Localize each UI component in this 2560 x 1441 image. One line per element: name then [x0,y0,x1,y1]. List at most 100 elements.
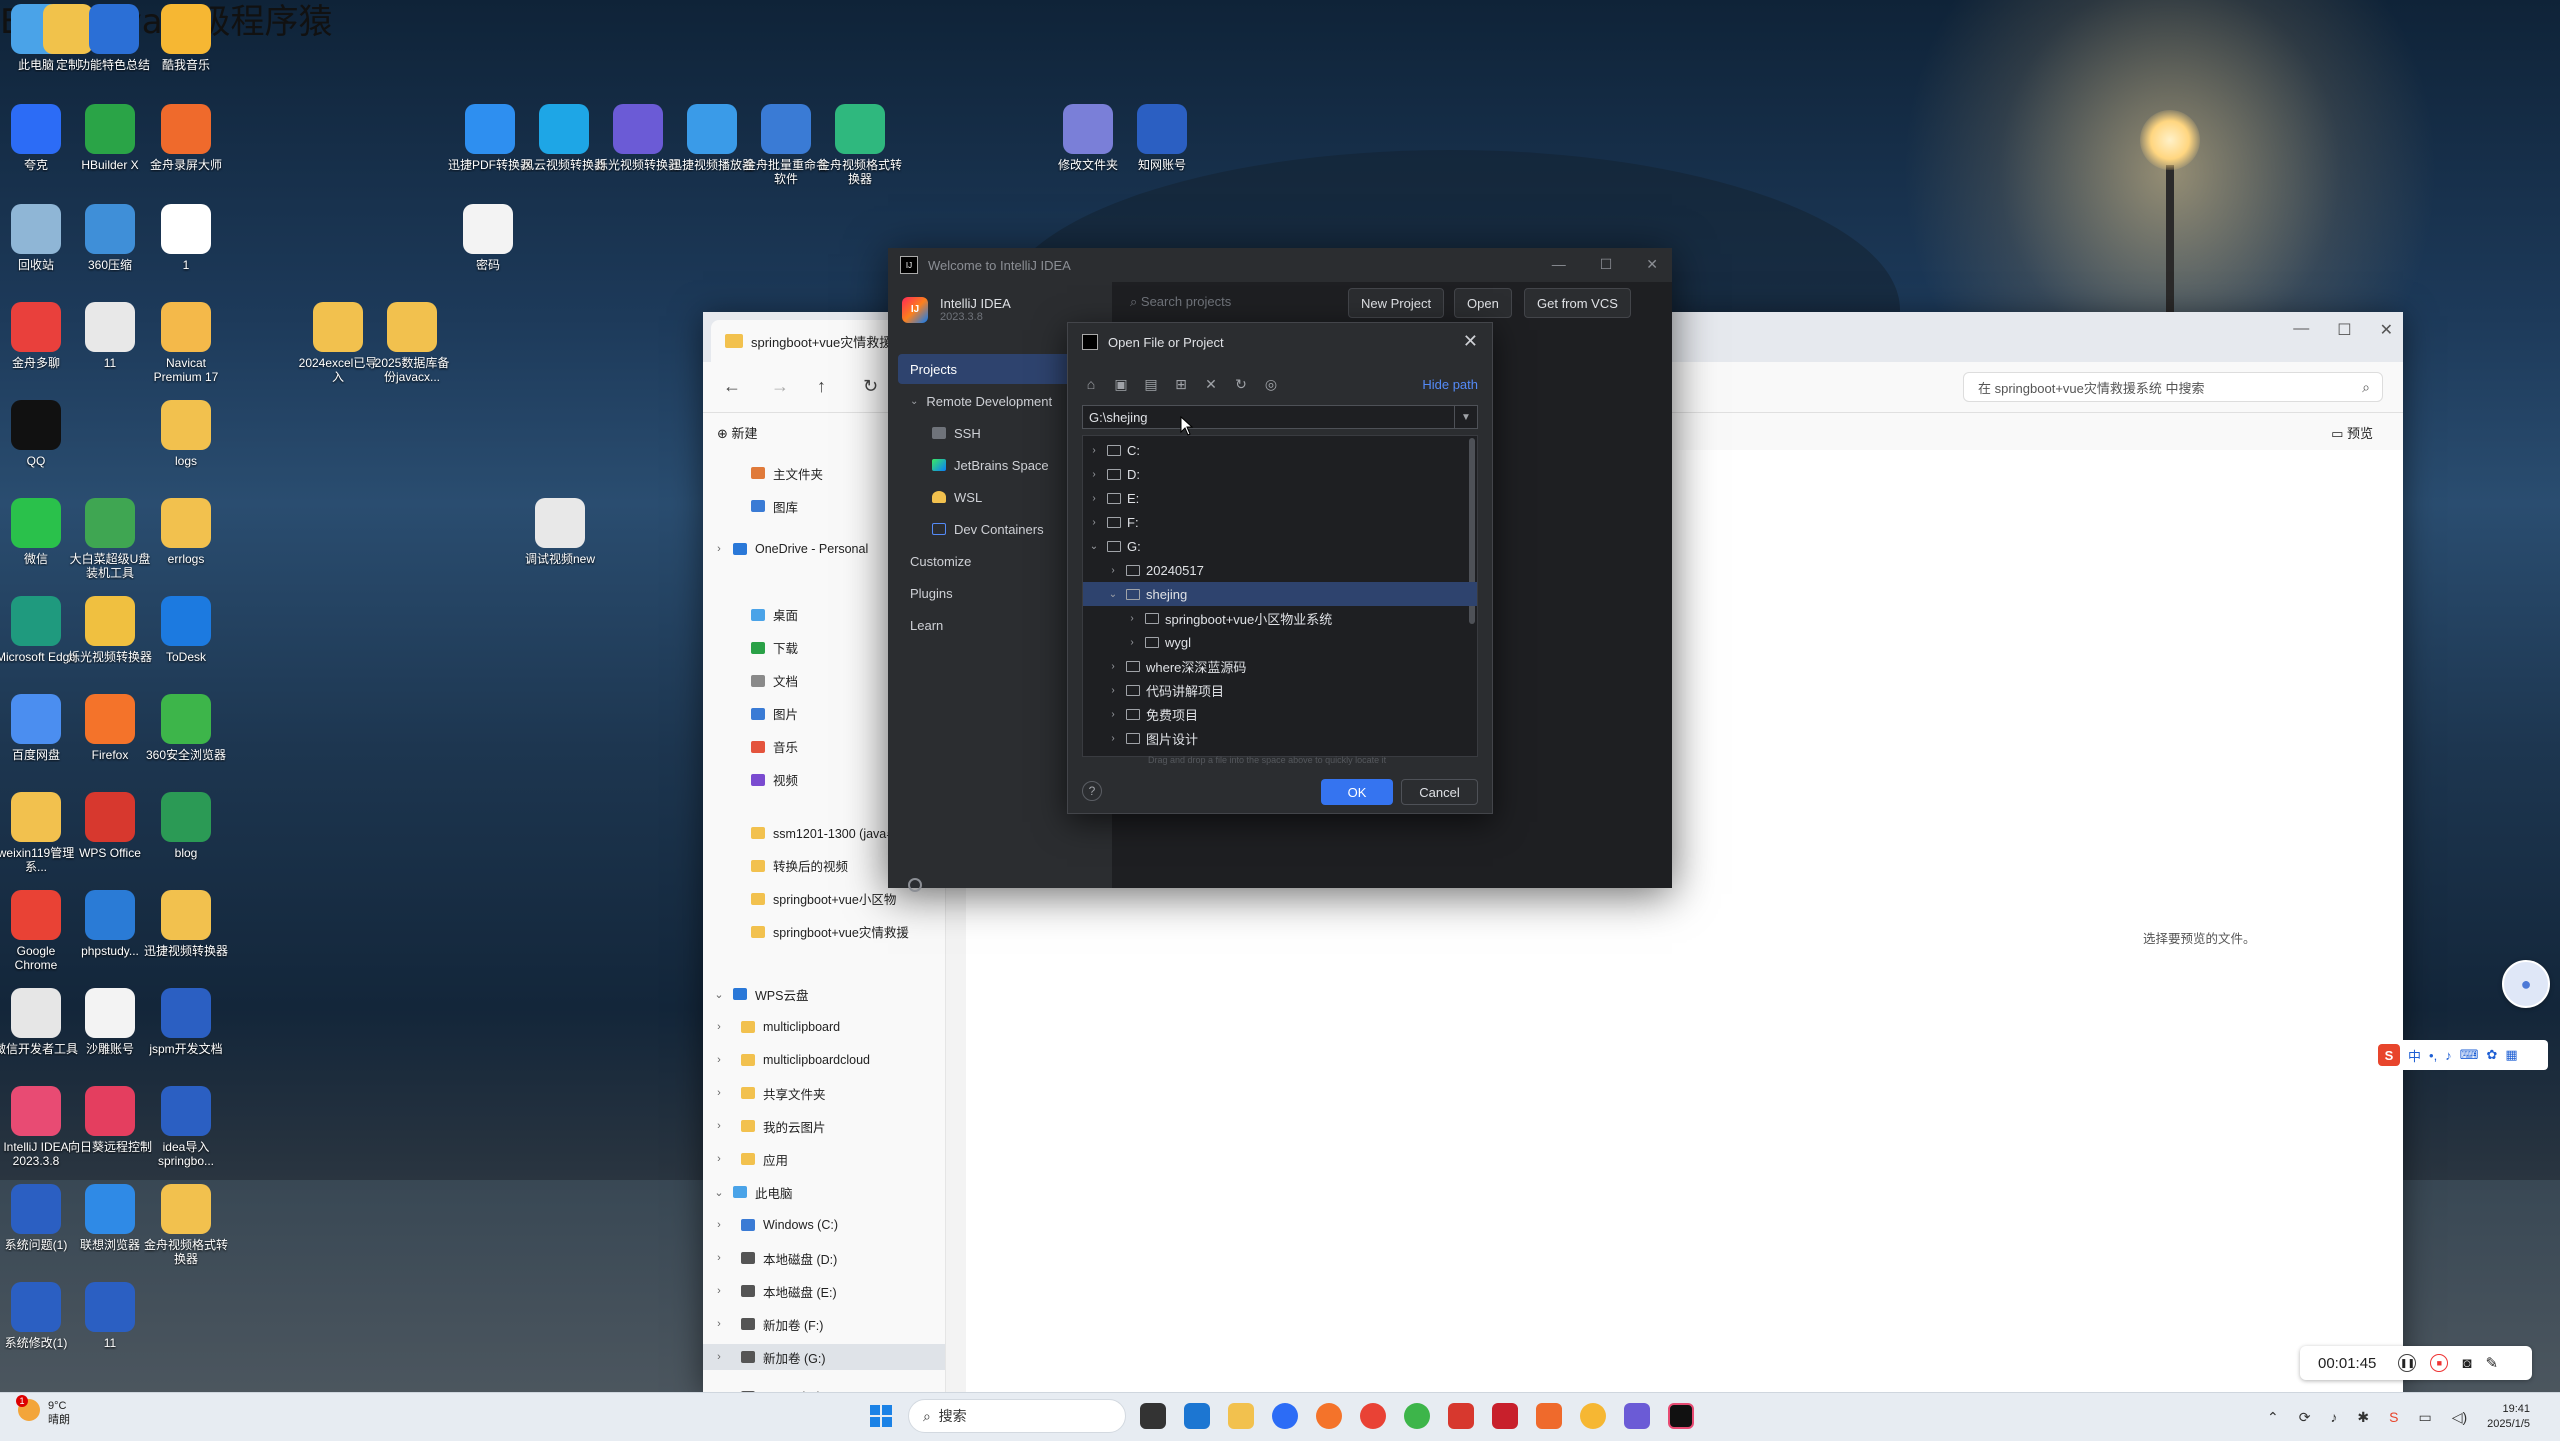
back-arrow-icon[interactable]: ← [723,376,741,397]
sidebar-item[interactable]: › 共享文件夹 [703,1080,945,1106]
sidebar-item[interactable]: › 我的云图片 [703,1113,945,1139]
desktop-icon[interactable]: ▣ [1112,375,1130,393]
chevron-down-icon[interactable]: ▼ [1454,406,1477,428]
desktop-icon[interactable]: Navicat Premium 17 [144,302,228,384]
explorer-search-input[interactable]: 在 springboot+vue灾情救援系统 中搜索 ⌕ [1963,372,2383,402]
camera-icon[interactable]: ◙ [2462,1355,2471,1372]
chevron-icon[interactable]: › [1125,637,1139,648]
sidebar-item[interactable]: › multiclipboard [703,1014,945,1040]
maximize-icon[interactable]: ☐ [1600,256,1613,273]
desktop-icon[interactable]: WPS Office [68,792,152,860]
keyboard-icon[interactable]: ⌨ [2460,1047,2479,1063]
tree-node[interactable]: › D: [1083,462,1473,486]
ime-toolbar[interactable]: S 中 •, ♪ ⌨ ✿ ▦ [2372,1040,2548,1070]
navicat-icon[interactable] [1580,1403,1606,1429]
sidebar-item[interactable]: › 本地磁盘 (D:) [703,1245,945,1271]
chevron-icon[interactable]: › [711,1120,727,1132]
desktop-icon[interactable]: 酷我音乐 [144,4,228,72]
desktop-icon[interactable]: 金舟视频格式转换器 [144,1184,228,1266]
tree-node[interactable]: › 免费项目 [1083,702,1477,726]
desktop-icon[interactable]: 2024excel已导入 [296,302,380,384]
cancel-button[interactable]: Cancel [1401,779,1478,805]
intellij-taskbar-icon[interactable] [1668,1403,1694,1429]
close-icon[interactable]: ✕ [2380,320,2393,340]
converter-app-icon[interactable] [1624,1403,1650,1429]
tree-node[interactable]: › where深深蓝源码 [1083,654,1477,678]
recorder-app-icon[interactable] [1536,1403,1562,1429]
chevron-icon[interactable]: › [1106,733,1120,744]
close-icon[interactable]: ✕ [1463,331,1478,352]
sync-icon[interactable]: ⟳ [2299,1409,2311,1426]
chevron-icon[interactable]: › [711,1351,727,1363]
desktop-icon[interactable]: Google Chrome [0,890,78,972]
volume-icon[interactable]: ◁) [2452,1409,2467,1426]
delete-icon[interactable]: ✕ [1202,375,1220,393]
360-browser-icon[interactable] [1404,1403,1430,1429]
sidebar-item[interactable]: › 新加卷 (G:) [703,1344,945,1371]
sidebar-item[interactable]: ⌄ WPS云盘 [703,981,945,1007]
sidebar-item[interactable]: ›KESU (H:) [703,1384,945,1392]
tree-node[interactable]: › wygl [1083,630,1477,654]
tree-node[interactable]: › 图片设计 [1083,726,1477,750]
desktop-icon[interactable]: blog [144,792,228,860]
desktop-icon[interactable]: 大白菜超级U盘装机工具 [68,498,152,580]
desktop-icon[interactable]: 金舟多聊 [0,302,78,370]
desktop-icon[interactable]: 系统问题(1) [0,1184,78,1252]
tree-node[interactable]: ⌄ G: [1083,534,1473,558]
pen-icon[interactable]: ✎ [2485,1354,2498,1372]
clock[interactable]: 19:41 2025/1/5 [2487,1402,2530,1432]
desktop-icon[interactable]: errlogs [144,498,228,566]
new-folder-icon[interactable]: ⊞ [1172,375,1190,393]
chevron-icon[interactable]: › [711,1087,727,1099]
home-icon[interactable]: ⌂ [1082,375,1100,393]
quark-icon[interactable] [1272,1403,1298,1429]
maximize-icon[interactable]: ☐ [2337,320,2351,340]
desktop-icon[interactable]: Firefox [68,694,152,762]
chat-app-icon[interactable] [1492,1403,1518,1429]
desktop-icon[interactable]: 迅捷视频播放器 [670,104,754,172]
stop-icon[interactable]: ■ [2430,1354,2449,1372]
get-from-vcs-button[interactable]: Get from VCS [1524,288,1631,318]
taskbar-search[interactable]: ⌕ 搜索 [908,1399,1126,1433]
sidebar-item[interactable]: › 新加卷 (F:) [703,1311,945,1337]
chevron-icon[interactable]: › [1106,661,1120,672]
explorer-tab[interactable]: springboot+vue灾情救援... [711,320,915,362]
sogou-tray-icon[interactable]: S [2389,1409,2398,1425]
ime-mode-icon[interactable]: 中 [2408,1046,2421,1065]
file-explorer-icon[interactable] [1228,1403,1254,1429]
chevron-icon[interactable]: › [1125,613,1139,624]
new-project-button[interactable]: New Project [1348,288,1445,318]
desktop-icon[interactable]: 微信开发者工具 [0,988,78,1056]
chevron-icon[interactable]: › [1106,685,1120,696]
refresh-icon[interactable]: ↻ [1232,375,1250,393]
show-hidden-icon[interactable]: ◎ [1262,375,1280,393]
desktop-icon[interactable]: 知网账号 [1120,104,1204,172]
desktop-icon[interactable]: 迅捷视频转换器 [144,890,228,958]
hide-path-link[interactable]: Hide path [1422,377,1478,392]
desktop-icon[interactable]: 微信 [0,498,78,566]
weather-widget[interactable]: 1 9°C 晴朗 [16,1395,70,1427]
pause-icon[interactable]: ❚❚ [2398,1354,2417,1372]
chevron-icon[interactable]: › [1087,493,1101,504]
tree-node[interactable]: › C: [1083,438,1473,462]
chevron-icon[interactable]: › [711,1318,727,1330]
new-button[interactable]: ⊕ 新建 [717,423,758,442]
desktop-icon[interactable]: 向日葵远程控制 [68,1086,152,1154]
chevron-icon[interactable]: › [711,543,727,555]
tree-node[interactable]: › springboot+vue小区物业系统 [1083,606,1477,630]
chevron-icon[interactable]: › [711,1153,727,1165]
microphone-icon[interactable]: ♪ [2445,1048,2452,1063]
desktop-icon[interactable]: 烁光视频转换器 [68,596,152,664]
tree-node[interactable]: ⌄ shejing [1083,582,1477,606]
desktop-icon[interactable]: 金舟批量重命名软件 [744,104,828,186]
desktop-icon[interactable]: 360安全浏览器 [144,694,228,762]
desktop-icon[interactable]: jspm开发文档 [144,988,228,1056]
floating-assistant-button[interactable]: ● [2502,960,2550,1008]
sidebar-item[interactable]: › 应用 [703,1146,945,1172]
open-button[interactable]: Open [1454,288,1512,318]
desktop-icon[interactable]: 调试视频new [518,498,602,566]
desktop-icon[interactable]: 金舟录屏大师 [144,104,228,172]
desktop-icon[interactable]: Microsoft Edge [0,596,78,664]
chevron-icon[interactable]: › [1087,517,1101,528]
gear-icon[interactable] [908,878,922,892]
